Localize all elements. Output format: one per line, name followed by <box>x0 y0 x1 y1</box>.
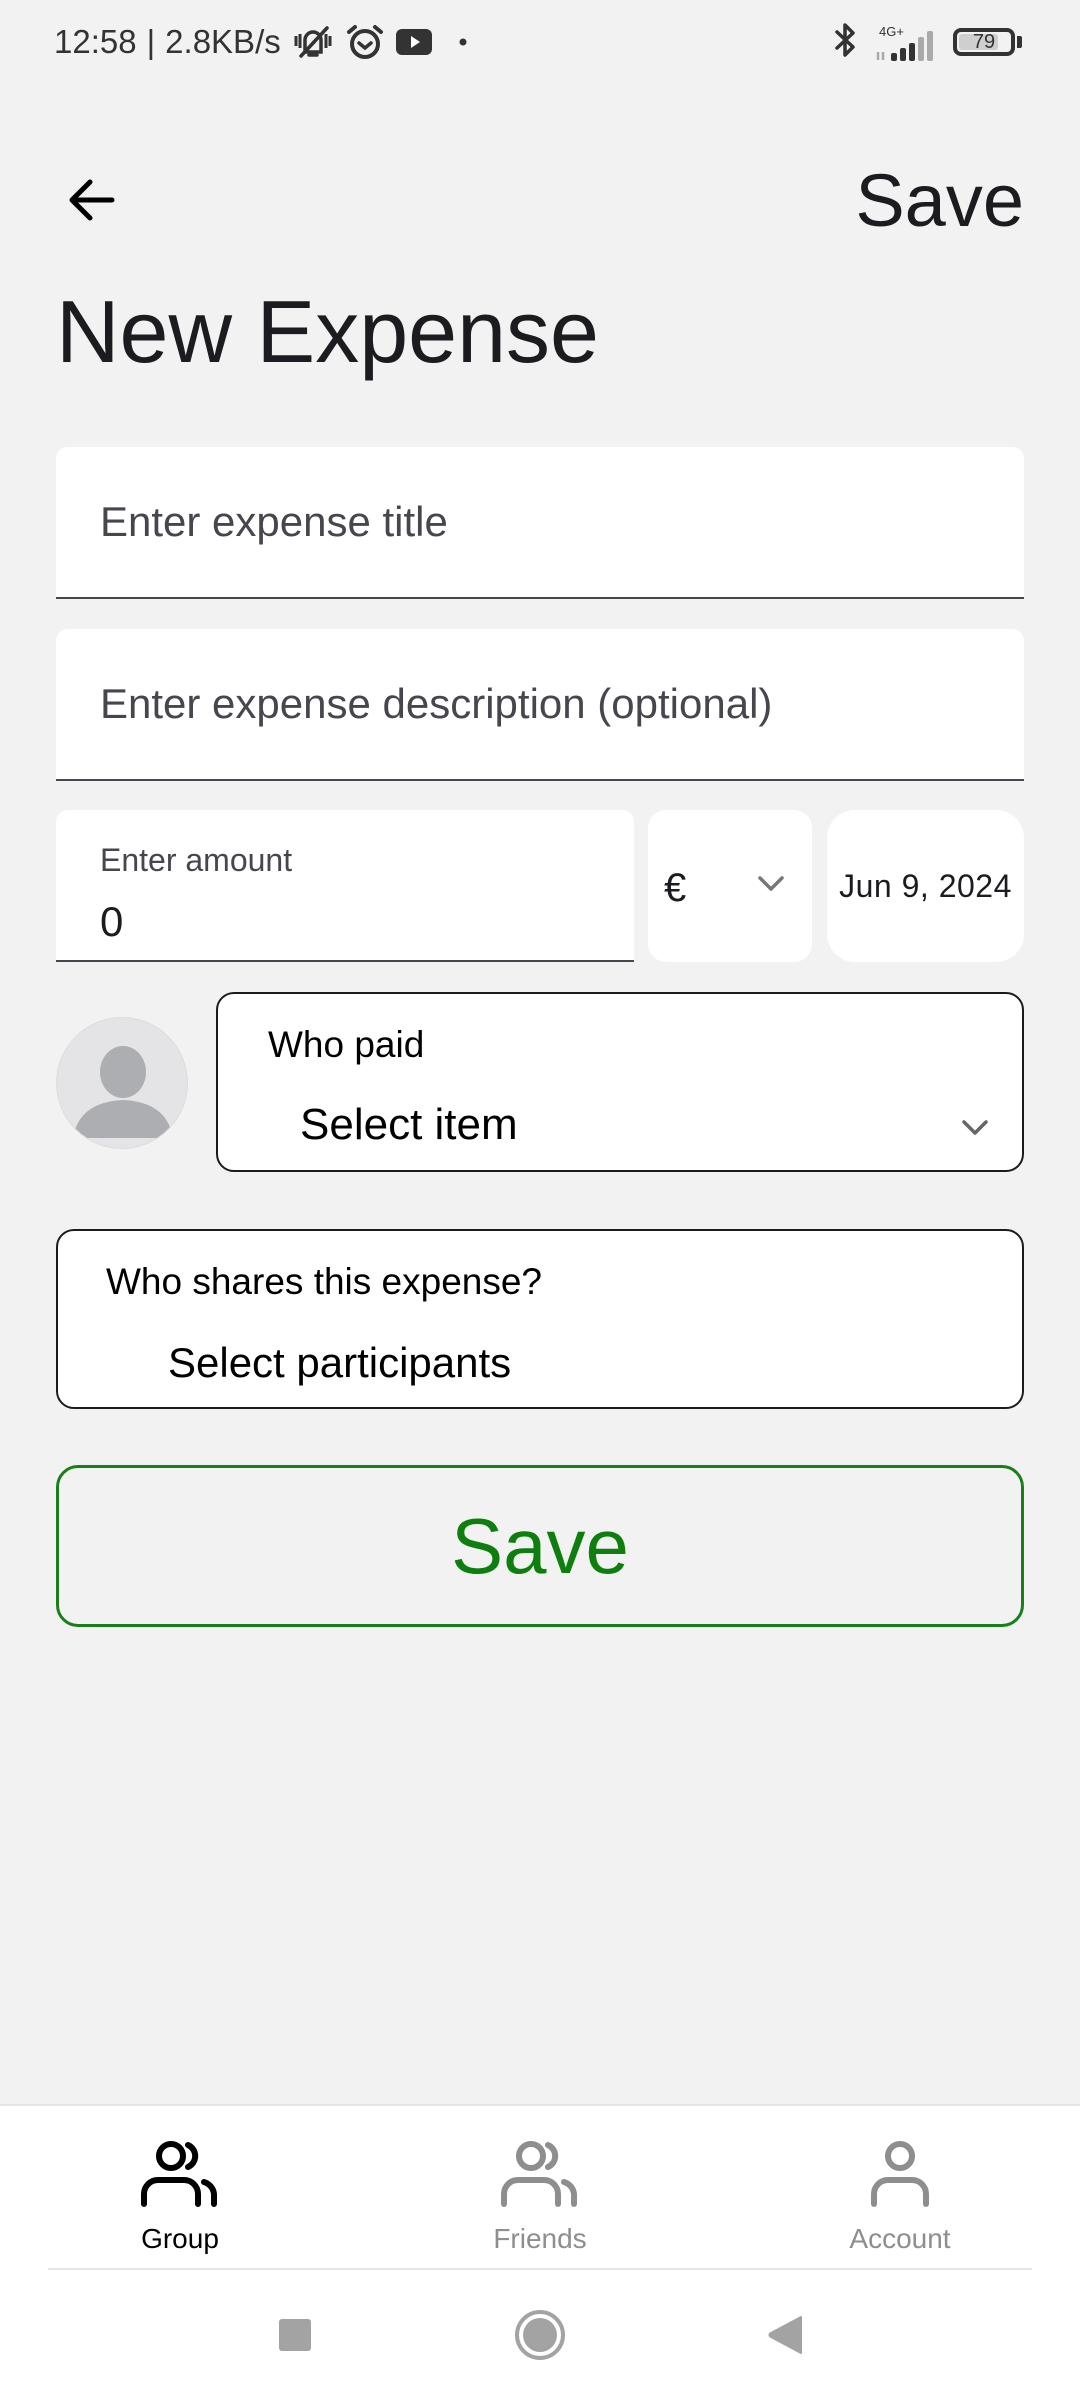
participants-selector[interactable]: Who shares this expense? Select particip… <box>56 1229 1024 1409</box>
back-button[interactable] <box>56 166 128 238</box>
participants-value: Select participants <box>168 1339 512 1386</box>
battery-level: 79 <box>972 31 996 53</box>
friends-icon <box>498 2106 582 2215</box>
avatar <box>56 1017 188 1149</box>
back-nav-button[interactable] <box>740 2270 830 2400</box>
who-paid-dropdown[interactable]: Who paid Select item <box>216 992 1024 1172</box>
nav-item-group[interactable]: Group <box>60 2106 300 2272</box>
nav-label-account: Account <box>849 2223 951 2254</box>
bottom-navigation: Group Friends Account <box>0 2104 1080 2272</box>
nav-item-account[interactable]: Account <box>780 2106 1020 2272</box>
nav-item-friends[interactable]: Friends <box>420 2106 660 2272</box>
signal-icon: 4G+ <box>873 20 939 64</box>
chevron-down-icon <box>756 872 786 901</box>
status-right: 4G+ 79 <box>833 18 1022 66</box>
system-navigation-bar <box>0 2270 1080 2400</box>
status-separator: | <box>146 23 156 60</box>
nav-label-friends: Friends <box>493 2223 587 2254</box>
save-button[interactable]: Save <box>56 1465 1024 1627</box>
dot-icon <box>445 36 475 48</box>
participants-label: Who shares this expense? <box>106 1261 543 1302</box>
network-speed: 2.8KB/s <box>165 23 281 60</box>
account-icon <box>858 2106 942 2215</box>
currency-value: € <box>664 866 687 910</box>
triangle-back-icon <box>768 2316 802 2354</box>
nav-label-group: Group <box>141 2223 219 2254</box>
expense-title-input[interactable] <box>56 447 1024 597</box>
home-button[interactable] <box>495 2270 585 2400</box>
amount-field[interactable]: Enter amount 0 <box>56 810 634 962</box>
square-icon <box>279 2319 311 2351</box>
status-left: 12:58 | 2.8KB/s <box>54 20 475 64</box>
vibrate-off-icon <box>291 22 335 62</box>
amount-input[interactable]: 0 <box>100 898 123 946</box>
battery-body: 79 <box>953 28 1015 56</box>
recents-button[interactable] <box>250 2270 340 2400</box>
date-value: Jun 9, 2024 <box>839 867 1012 904</box>
person-placeholder-icon <box>73 1046 173 1138</box>
top-save-button[interactable]: Save <box>855 164 1024 238</box>
page-title: New Expense <box>56 282 599 381</box>
who-paid-label: Who paid <box>268 1024 425 1065</box>
bluetooth-icon <box>833 20 859 65</box>
battery-icon: 79 <box>953 28 1022 56</box>
alarm-icon <box>345 22 385 62</box>
expense-description-field[interactable] <box>56 629 1024 781</box>
status-bar: 12:58 | 2.8KB/s 4G+ 79 <box>0 0 1080 84</box>
clock: 12:58 <box>54 23 137 60</box>
battery-tip <box>1017 36 1022 48</box>
youtube-icon <box>395 26 435 58</box>
amount-label: Enter amount <box>100 842 293 878</box>
expense-description-input[interactable] <box>56 629 1024 779</box>
date-picker-button[interactable]: Jun 9, 2024 <box>827 810 1024 962</box>
currency-dropdown[interactable]: € <box>648 810 812 962</box>
chevron-down-icon <box>960 1116 990 1145</box>
who-paid-value: Select item <box>300 1100 518 1149</box>
circle-icon <box>515 2310 565 2360</box>
expense-title-field[interactable] <box>56 447 1024 599</box>
arrow-left-icon <box>62 170 122 235</box>
group-icon <box>138 2106 222 2215</box>
